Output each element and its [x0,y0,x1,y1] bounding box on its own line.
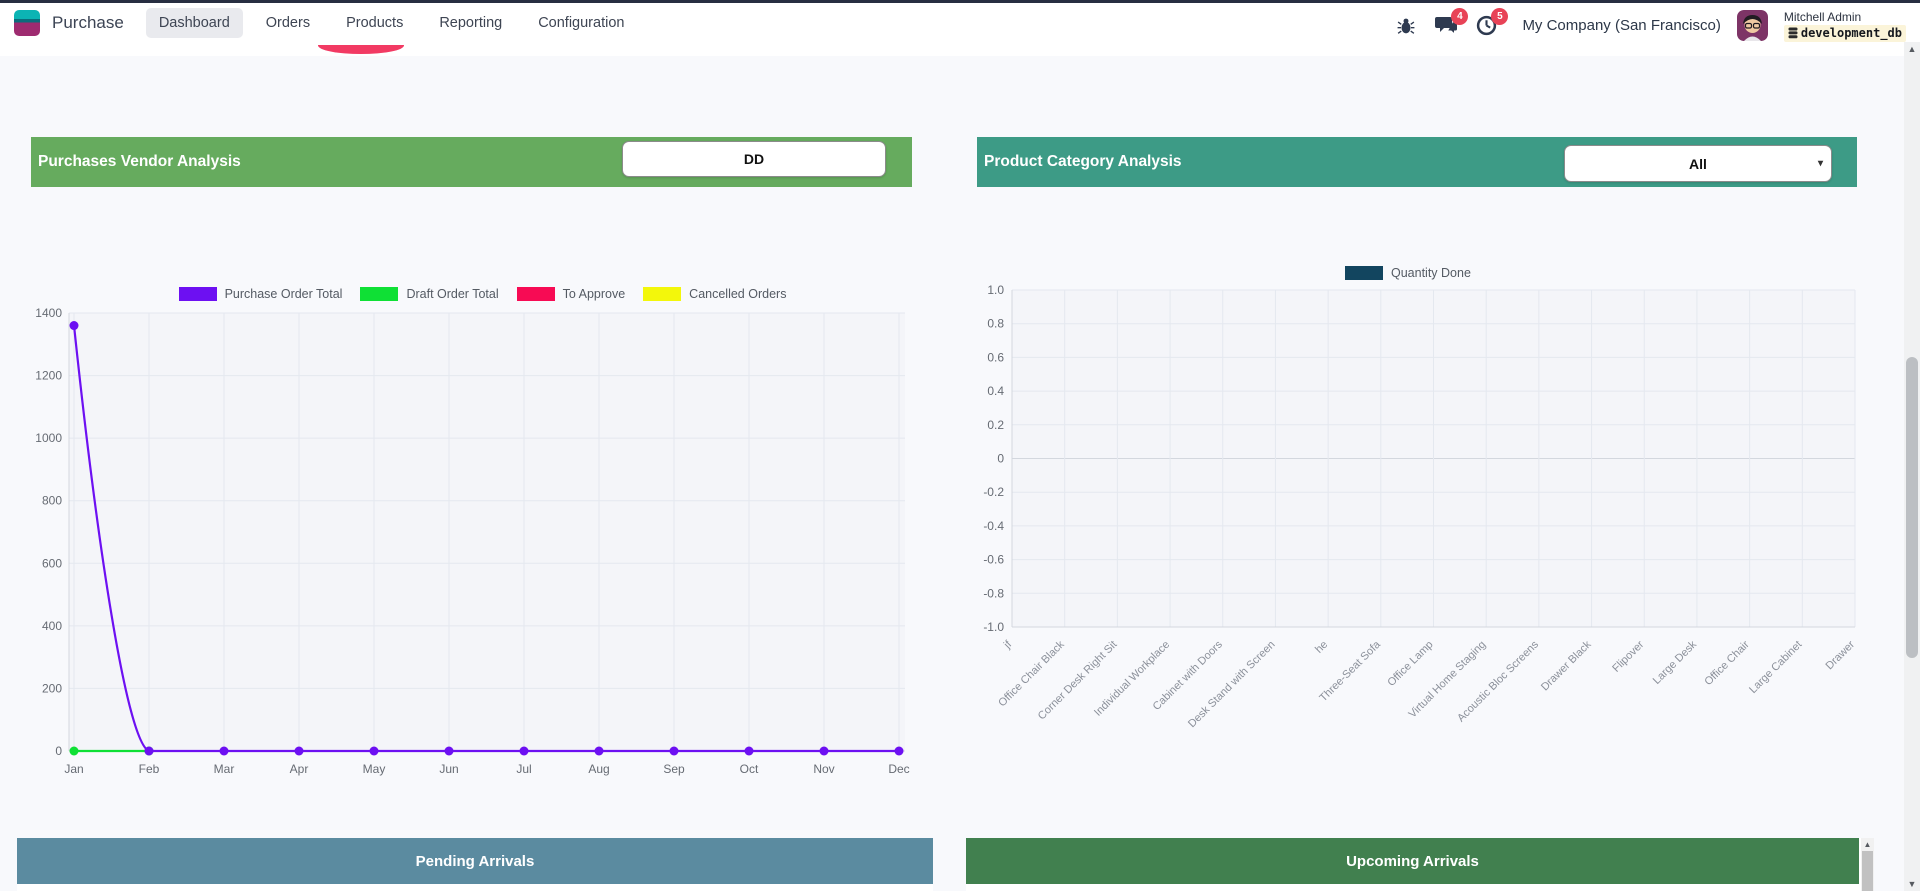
main-menu: Dashboard Orders Products Reporting Conf… [146,8,638,38]
database-name: development_db [1801,26,1902,41]
category-panel-title: Product Category Analysis [984,153,1182,171]
svg-text:600: 600 [42,556,62,570]
svg-text:Jan: Jan [64,762,83,776]
pending-arrivals-panel: Pending Arrivals [17,838,933,891]
debug-bug-icon[interactable] [1394,14,1418,38]
svg-text:1.0: 1.0 [987,283,1004,297]
messages-button[interactable]: 4 [1434,14,1458,38]
svg-text:0: 0 [55,744,62,758]
upcoming-arrivals-header: Upcoming Arrivals [966,838,1859,884]
vendor-panel-title: Purchases Vendor Analysis [38,153,241,171]
menu-dashboard[interactable]: Dashboard [146,8,243,38]
svg-text:-0.8: -0.8 [983,586,1004,600]
svg-text:1000: 1000 [35,431,62,445]
svg-text:Nov: Nov [813,762,834,776]
inner-scrollbar-thumb[interactable] [1862,851,1873,891]
menu-configuration[interactable]: Configuration [525,8,637,38]
app-title[interactable]: Purchase [52,13,124,33]
chevron-down-icon: ▾ [1818,158,1823,169]
svg-text:-0.4: -0.4 [983,519,1004,533]
user-avatar[interactable] [1737,10,1768,41]
vendor-line-chart[interactable]: 0 200 400 600 800 1000 1200 1400 Jan Feb Mar Apr May… [30,283,915,783]
scrollbar-up-arrow-icon[interactable]: ▲ [1904,42,1920,56]
menu-orders[interactable]: Orders [253,8,323,38]
purchase-dashboard-page: Purchase Dashboard Orders Products Repor… [0,0,1920,891]
svg-text:Office Chair: Office Chair [1702,638,1752,688]
menu-products[interactable]: Products [333,8,416,38]
page-scrollbar-thumb[interactable] [1906,357,1918,658]
svg-text:May: May [363,762,386,776]
activities-count-badge: 5 [1491,8,1508,25]
scroll-up-arrow-icon[interactable]: ▲ [1861,838,1874,850]
svg-text:0.2: 0.2 [987,418,1004,432]
svg-text:1200: 1200 [35,369,62,383]
svg-text:Drawer Black: Drawer Black [1539,638,1594,693]
svg-text:-0.2: -0.2 [983,485,1004,499]
pending-arrivals-header: Pending Arrivals [17,838,933,884]
svg-text:Mar: Mar [214,762,235,776]
company-switcher[interactable]: My Company (San Francisco) [1522,17,1720,34]
avatar-image [1737,10,1768,41]
navbar-right-section: 4 5 My Company (San Francisco) [1394,6,1906,45]
svg-text:Drawer: Drawer [1824,638,1858,672]
svg-text:Large Cabinet: Large Cabinet [1747,639,1804,696]
svg-text:0.8: 0.8 [987,317,1004,331]
svg-text:-0.6: -0.6 [983,553,1004,567]
svg-text:200: 200 [42,681,62,695]
svg-text:he: he [1313,639,1330,656]
scrollbar-down-arrow-icon[interactable]: ▼ [1904,877,1920,891]
svg-text:Office Lamp: Office Lamp [1385,639,1435,689]
svg-text:Oct: Oct [740,762,759,776]
upcoming-arrivals-title: Upcoming Arrivals [1346,853,1479,870]
content-top-strip [0,42,1920,56]
pending-arrivals-title: Pending Arrivals [416,853,535,870]
svg-text:Apr: Apr [290,762,309,776]
svg-text:jf: jf [1001,638,1015,652]
svg-text:1400: 1400 [35,306,62,320]
activities-button[interactable]: 5 [1474,14,1498,38]
bug-icon [1397,17,1415,35]
svg-text:Jun: Jun [439,762,458,776]
vendor-filter-select[interactable]: DD [622,141,886,177]
database-icon [1788,27,1798,39]
user-menu[interactable]: Mitchell Admin development_db [1784,10,1906,42]
svg-text:800: 800 [42,494,62,508]
svg-text:Sep: Sep [663,762,685,776]
svg-text:Aug: Aug [588,762,609,776]
vendor-filter-value: DD [744,151,764,167]
database-badge: development_db [1784,25,1906,42]
svg-text:0.6: 0.6 [987,350,1004,364]
category-filter-select[interactable]: All ▾ [1564,145,1832,182]
messages-count-badge: 4 [1451,8,1468,25]
page-scrollbar[interactable]: ▲ ▼ [1904,42,1920,891]
svg-text:Feb: Feb [139,762,160,776]
svg-text:0: 0 [997,452,1004,466]
svg-text:Desk Stand with Screen: Desk Stand with Screen [1186,639,1277,730]
category-filter-value: All [1689,156,1707,172]
purchase-app-icon[interactable] [14,10,40,36]
svg-text:-1.0: -1.0 [983,620,1004,634]
svg-text:Dec: Dec [888,762,909,776]
svg-text:Large Desk: Large Desk [1651,638,1700,687]
top-navbar: Purchase Dashboard Orders Products Repor… [0,0,1920,42]
svg-text:Flipover: Flipover [1610,638,1646,674]
user-name: Mitchell Admin [1784,10,1906,25]
upcoming-arrivals-panel: Upcoming Arrivals [966,838,1874,891]
upcoming-panel-scrollbar[interactable]: ▲ [1861,838,1874,891]
svg-text:0.4: 0.4 [987,384,1004,398]
category-bar-chart[interactable]: 1.0 0.8 0.6 0.4 0.2 0 -0.2 -0.4 -0.6 -0.8 -1.0 jf Of… [960,260,1880,795]
svg-text:400: 400 [42,619,62,633]
menu-reporting[interactable]: Reporting [426,8,515,38]
svg-text:Jul: Jul [516,762,531,776]
